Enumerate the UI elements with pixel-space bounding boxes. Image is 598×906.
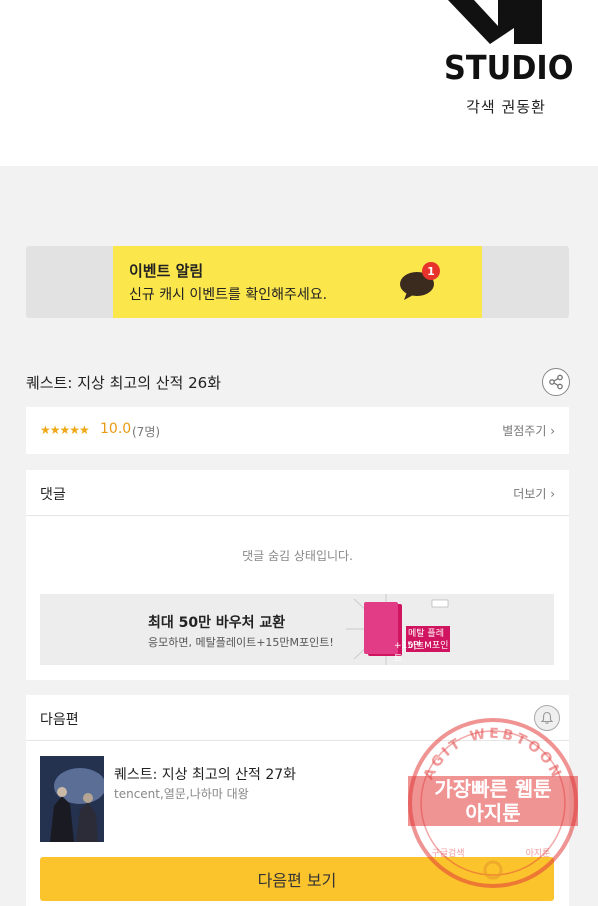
- ad-subtitle: 응모하면, 메탈플레이트+15만M포인트!: [148, 636, 334, 649]
- comments-header: 댓글 더보기 ›: [26, 470, 569, 516]
- next-episode-header: 다음편: [26, 695, 569, 741]
- rating-count: (7명): [132, 425, 161, 439]
- share-button[interactable]: [542, 368, 570, 396]
- next-episode-title[interactable]: 퀘스트: 지상 최고의 산적 27화: [114, 764, 296, 784]
- ad-banner[interactable]: 최대 50만 바우처 교환 응모하면, 메탈플레이트+15만M포인트! 메탈 플…: [40, 594, 554, 665]
- rate-button[interactable]: 별점주기 ›: [502, 422, 555, 439]
- comments-title: 댓글: [40, 487, 66, 503]
- notification-bell-button[interactable]: [534, 705, 560, 731]
- share-icon: [549, 374, 563, 390]
- next-episode-button[interactable]: 다음편 보기: [40, 857, 554, 901]
- ad-card-image: 메탈 플레이트 +15만 M포인트: [346, 594, 450, 665]
- event-banner-body[interactable]: 이벤트 알림 신규 캐시 이벤트를 확인해주세요. 1: [113, 246, 482, 318]
- chat-notification-icon: 1: [400, 262, 440, 300]
- studio-logo-mark: [448, 0, 542, 44]
- rating-stars: ★★★★★: [40, 423, 90, 437]
- comments-more-link[interactable]: 더보기 ›: [513, 485, 555, 502]
- rating-card: ★★★★★ 10.0 (7명) 별점주기 ›: [26, 407, 569, 454]
- event-banner[interactable]: 이벤트 알림 신규 캐시 이벤트를 확인해주세요. 1: [26, 246, 569, 318]
- thumbnail-art: [40, 756, 104, 842]
- studio-logo-word: STUDIO: [444, 48, 574, 87]
- comments-card: 댓글 더보기 › 댓글 숨김 상태입니다. 최대 50만 바우처 교환 응모하면…: [26, 470, 569, 680]
- rating-score: 10.0: [100, 421, 132, 437]
- next-episode-thumbnail[interactable]: [40, 756, 104, 842]
- studio-logo: STUDIO 각색 권동환: [444, 0, 574, 118]
- episode-title: 퀘스트: 지상 최고의 산적 26화: [26, 374, 222, 392]
- adaptation-credit: 각색 권동환: [466, 98, 546, 116]
- next-episode-authors: tencent,열문,나하마 대왕: [114, 787, 249, 801]
- ad-title: 최대 50만 바우처 교환: [148, 615, 286, 631]
- event-subtitle: 신규 캐시 이벤트를 확인해주세요.: [129, 287, 328, 303]
- event-title: 이벤트 알림: [129, 262, 204, 280]
- notification-badge-count: 1: [427, 265, 435, 278]
- next-episode-card: 다음편 퀘스트: 지상 최고의 산적 27화 tencent,열문,나하마 대왕…: [26, 695, 569, 906]
- next-episode-section-title: 다음편: [40, 712, 79, 728]
- comments-hidden-message: 댓글 숨김 상태입니다.: [242, 549, 353, 563]
- ad-card-label-2: +15만 M포인트: [394, 641, 449, 664]
- bell-icon: [540, 711, 554, 724]
